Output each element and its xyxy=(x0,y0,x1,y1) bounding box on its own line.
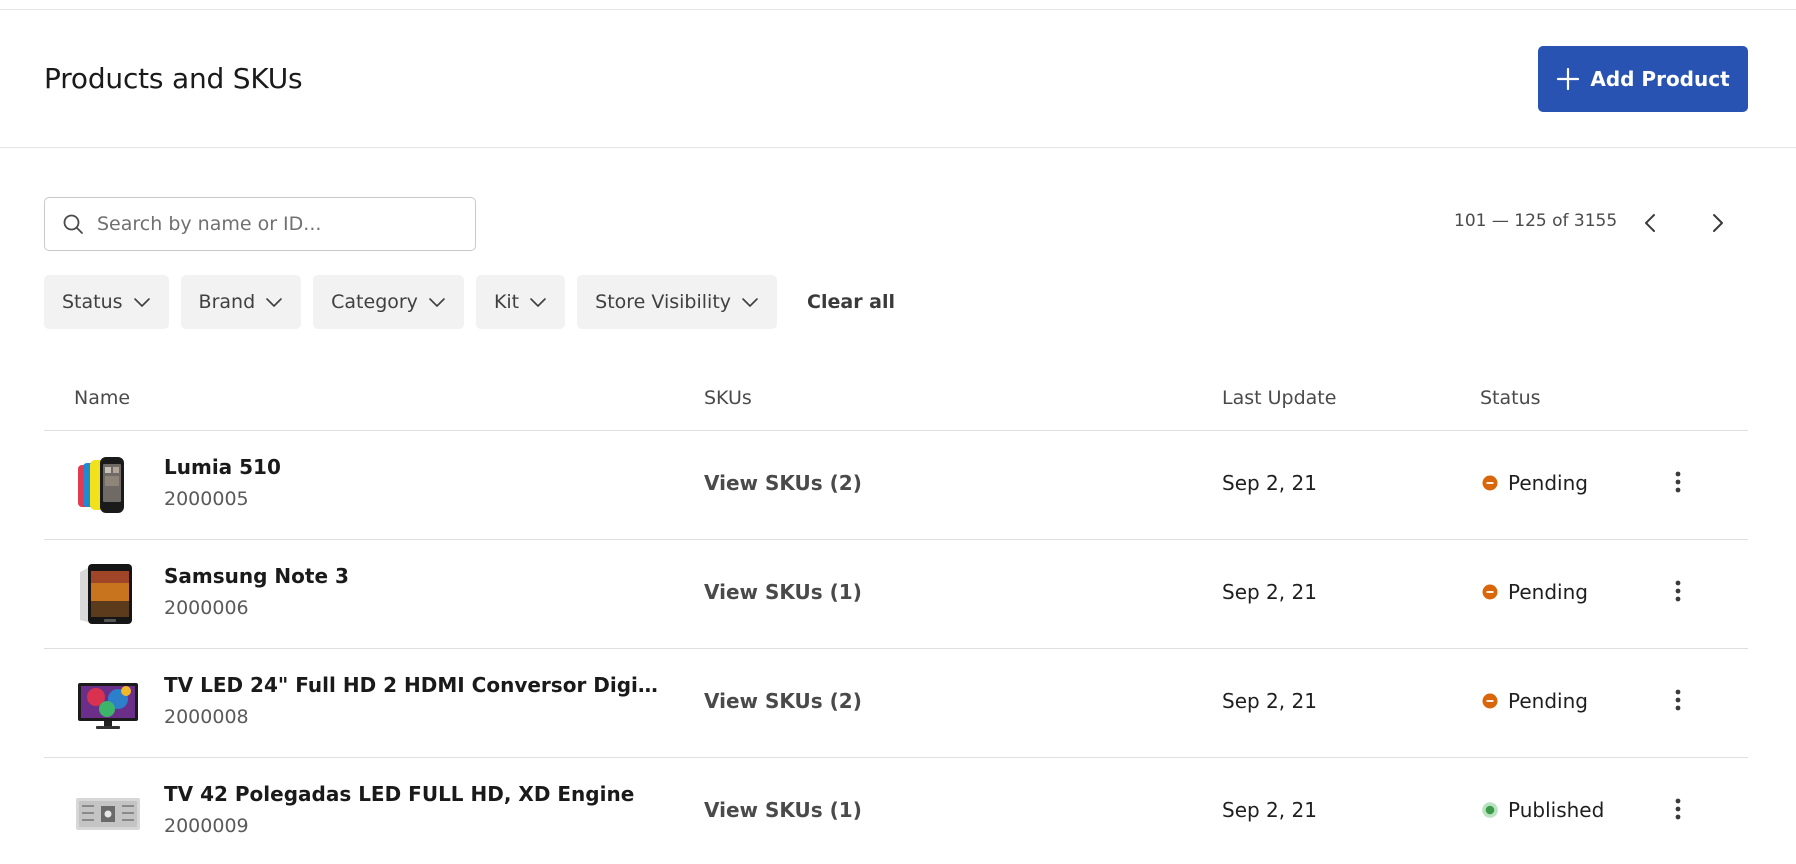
kebab-menu-icon xyxy=(1675,471,1681,493)
filter-label: Store Visibility xyxy=(595,291,732,313)
column-header-last-update[interactable]: Last Update xyxy=(1222,387,1336,409)
status-label: Published xyxy=(1508,798,1605,822)
product-name[interactable]: Samsung Note 3 xyxy=(164,564,664,588)
smartphone-icon xyxy=(80,564,132,624)
pending-status-icon xyxy=(1482,693,1498,709)
product-name[interactable]: TV 42 Polegadas LED FULL HD, XD Engine xyxy=(164,782,664,806)
column-header-status[interactable]: Status xyxy=(1480,387,1541,409)
filter-brand[interactable]: Brand xyxy=(180,275,302,329)
chevron-left-icon xyxy=(1645,214,1655,232)
product-id: 2000008 xyxy=(164,706,249,728)
chevron-down-icon xyxy=(429,298,445,307)
table-header: Name SKUs Last Update Status xyxy=(44,369,1748,431)
product-thumbnail xyxy=(74,560,142,628)
filter-category[interactable]: Category xyxy=(313,275,464,329)
filter-label: Brand xyxy=(198,291,256,313)
pending-status-icon xyxy=(1482,475,1498,491)
table-row[interactable]: Samsung Note 3 2000006 View SKUs (1) Sep… xyxy=(44,540,1748,649)
chevron-down-icon xyxy=(133,298,150,307)
search-icon xyxy=(63,214,83,234)
filter-kit[interactable]: Kit xyxy=(475,275,566,329)
tv-icon xyxy=(78,683,138,729)
last-update: Sep 2, 21 xyxy=(1222,798,1317,822)
kebab-menu-icon xyxy=(1675,580,1681,602)
product-thumbnail xyxy=(74,669,142,737)
table-row[interactable]: TV LED 24" Full HD 2 HDMI Conversor Digi… xyxy=(44,649,1748,758)
filter-bar: Status Brand Category Kit Store Visibili… xyxy=(44,275,895,329)
column-header-name[interactable]: Name xyxy=(74,387,130,409)
column-header-skus[interactable]: SKUs xyxy=(704,387,752,409)
next-page-button[interactable] xyxy=(1700,206,1734,240)
product-id: 2000005 xyxy=(164,488,249,510)
row-actions-button[interactable] xyxy=(1666,683,1690,717)
filter-label: Kit xyxy=(493,291,520,313)
last-update: Sep 2, 21 xyxy=(1222,580,1317,604)
status-label: Pending xyxy=(1508,471,1588,495)
chevron-down-icon xyxy=(266,298,282,307)
clear-all-filters-button[interactable]: Clear all xyxy=(807,291,895,313)
add-product-button[interactable]: Add Product xyxy=(1538,46,1748,112)
status-label: Pending xyxy=(1508,580,1588,604)
chevron-right-icon xyxy=(1713,214,1723,232)
products-page: Products and SKUs Add Product 101 — 125 … xyxy=(0,0,1796,864)
view-skus-link[interactable]: View SKUs (2) xyxy=(704,689,862,713)
filter-label: Status xyxy=(62,291,123,313)
table-row[interactable]: Lumia 510 2000005 View SKUs (2) Sep 2, 2… xyxy=(44,431,1748,540)
plus-icon xyxy=(1557,67,1580,91)
chevron-down-icon xyxy=(742,298,758,307)
pending-status-icon xyxy=(1482,584,1498,600)
product-name[interactable]: Lumia 510 xyxy=(164,455,664,479)
chevron-down-icon xyxy=(530,298,546,307)
status-label: Pending xyxy=(1508,689,1588,713)
tv-wall-icon xyxy=(76,798,140,830)
row-actions-button[interactable] xyxy=(1666,574,1690,608)
product-thumbnail xyxy=(74,451,142,519)
status-badge: Pending xyxy=(1482,471,1588,495)
status-badge: Pending xyxy=(1482,580,1588,604)
row-actions-button[interactable] xyxy=(1666,792,1690,826)
status-badge: Published xyxy=(1482,798,1604,822)
page-header: Products and SKUs Add Product xyxy=(0,10,1796,148)
view-skus-link[interactable]: View SKUs (1) xyxy=(704,580,862,604)
published-status-icon xyxy=(1482,802,1498,818)
search-box[interactable] xyxy=(44,197,476,251)
view-skus-link[interactable]: View SKUs (1) xyxy=(704,798,862,822)
previous-page-button[interactable] xyxy=(1634,206,1668,240)
filter-label: Category xyxy=(331,291,418,313)
product-thumbnail xyxy=(74,778,142,846)
table-row[interactable]: TV 42 Polegadas LED FULL HD, XD Engine 2… xyxy=(44,758,1748,864)
product-name[interactable]: TV LED 24" Full HD 2 HDMI Conversor Digi… xyxy=(164,673,664,697)
kebab-menu-icon xyxy=(1675,689,1681,711)
last-update: Sep 2, 21 xyxy=(1222,689,1317,713)
kebab-menu-icon xyxy=(1675,798,1681,820)
page-title: Products and SKUs xyxy=(44,62,303,95)
search-input[interactable] xyxy=(97,213,457,235)
filter-status[interactable]: Status xyxy=(44,275,169,329)
status-badge: Pending xyxy=(1482,689,1588,713)
add-product-label: Add Product xyxy=(1590,67,1730,91)
products-table: Name SKUs Last Update Status Lumia 510 2… xyxy=(44,369,1748,864)
filter-store-visibility[interactable]: Store Visibility xyxy=(577,275,778,329)
phone-colors-icon xyxy=(78,457,124,513)
view-skus-link[interactable]: View SKUs (2) xyxy=(704,471,862,495)
pagination-range: 101 — 125 of 3155 xyxy=(1454,211,1618,231)
product-id: 2000009 xyxy=(164,815,249,837)
product-id: 2000006 xyxy=(164,597,249,619)
row-actions-button[interactable] xyxy=(1666,465,1690,499)
last-update: Sep 2, 21 xyxy=(1222,471,1317,495)
